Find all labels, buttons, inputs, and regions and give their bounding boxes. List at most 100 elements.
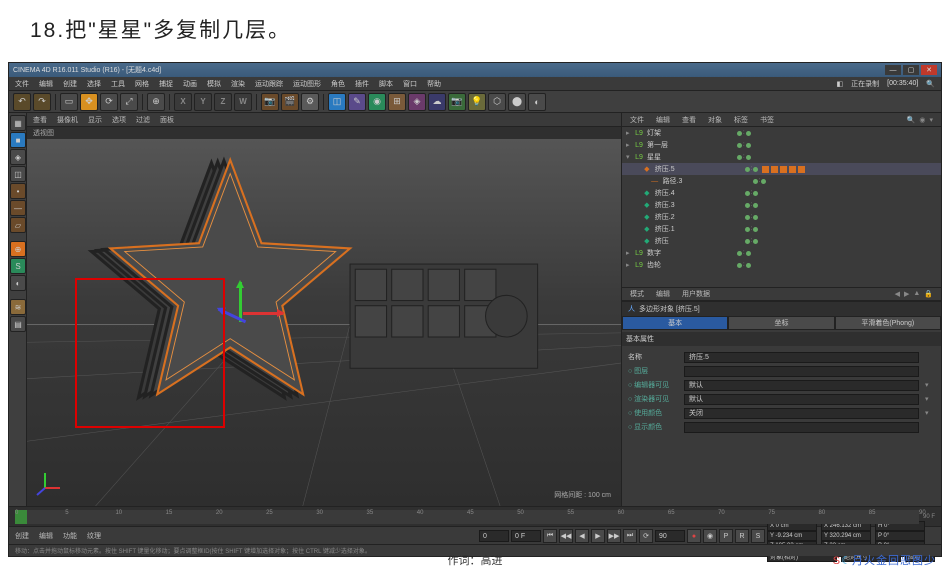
fwd-icon[interactable]: ▶: [904, 290, 909, 298]
axis-z[interactable]: Z: [214, 93, 232, 111]
autokey-button[interactable]: ◉: [703, 529, 717, 543]
misc-tool-1[interactable]: ⊕: [147, 93, 165, 111]
start-frame-input[interactable]: 0: [479, 530, 509, 542]
light-tool[interactable]: 💡: [468, 93, 486, 111]
mode-object[interactable]: ■: [10, 132, 26, 148]
step-back[interactable]: ◀◀: [559, 529, 573, 543]
attr-tab-coord[interactable]: 坐标: [728, 316, 834, 330]
attr-input[interactable]: 默认: [684, 380, 919, 391]
axis-x[interactable]: X: [174, 93, 192, 111]
axis-w[interactable]: W: [234, 93, 252, 111]
mode-texture[interactable]: ◈: [10, 149, 26, 165]
mat-tab-edit[interactable]: 编辑: [39, 531, 53, 541]
goto-start[interactable]: ⏮: [543, 529, 557, 543]
key-r[interactable]: R: [735, 529, 749, 543]
view-tab[interactable]: 查看: [33, 115, 47, 125]
close-button[interactable]: ✕: [921, 65, 937, 75]
render-btn-2[interactable]: 🎬: [281, 93, 299, 111]
mode-poly[interactable]: ▱: [10, 217, 26, 233]
menu-tool[interactable]: 工具: [111, 79, 125, 89]
record-button[interactable]: ●: [687, 529, 701, 543]
obj-tab-tags[interactable]: 标签: [734, 115, 748, 125]
menu-character[interactable]: 角色: [331, 79, 345, 89]
object-row[interactable]: ▸L9第一层:: [622, 139, 941, 151]
menu-create[interactable]: 创建: [63, 79, 77, 89]
object-row[interactable]: ▸L9齿轮:: [622, 259, 941, 271]
attr-input[interactable]: 默认: [684, 394, 919, 405]
eye-icon[interactable]: ◉: [919, 116, 925, 124]
viewport-solo[interactable]: ▤: [10, 316, 26, 332]
obj-tab-file[interactable]: 文件: [630, 115, 644, 125]
mode-edge[interactable]: —: [10, 200, 26, 216]
menu-motion[interactable]: 运动图形: [293, 79, 321, 89]
attr-tab-edit[interactable]: 编辑: [656, 289, 670, 299]
obj-tab-bookmark[interactable]: 书签: [760, 115, 774, 125]
select-tool[interactable]: ▭: [60, 93, 78, 111]
menu-help[interactable]: 帮助: [427, 79, 441, 89]
render-settings[interactable]: ⚙: [301, 93, 319, 111]
misc-btn-c[interactable]: ◐: [528, 93, 546, 111]
menu-mograph[interactable]: 运动跟踪: [255, 79, 283, 89]
attr-tab-basic[interactable]: 基本: [622, 316, 728, 330]
rotate-tool[interactable]: ⟳: [100, 93, 118, 111]
render-btn-1[interactable]: 📷: [261, 93, 279, 111]
current-frame-input[interactable]: 0 F: [511, 530, 541, 542]
primitive-cube[interactable]: ◫: [328, 93, 346, 111]
object-row[interactable]: ◆挤压.4:: [622, 187, 941, 199]
gizmo-y-axis[interactable]: [239, 282, 242, 322]
scene-tool[interactable]: ☁: [428, 93, 446, 111]
play-back[interactable]: ◀: [575, 529, 589, 543]
menu-edit[interactable]: 编辑: [39, 79, 53, 89]
search-icon[interactable]: 🔍: [926, 80, 935, 88]
object-row[interactable]: —路径.3:: [622, 175, 941, 187]
3d-viewport[interactable]: 网格间距 : 100 cm: [27, 139, 621, 506]
object-row[interactable]: ▸L9数字:: [622, 247, 941, 259]
axis-y[interactable]: Y: [194, 93, 212, 111]
soft-select[interactable]: ≋: [10, 299, 26, 315]
menu-mesh[interactable]: 网格: [135, 79, 149, 89]
obj-tab-view[interactable]: 查看: [682, 115, 696, 125]
step-forward[interactable]: ▶▶: [607, 529, 621, 543]
menu-render[interactable]: 渲染: [231, 79, 245, 89]
gizmo-x-axis[interactable]: [243, 312, 283, 315]
attr-tab-phong[interactable]: 平滑着色(Phong): [835, 316, 941, 330]
misc-btn-a[interactable]: ⬡: [488, 93, 506, 111]
mode-workplane[interactable]: ◫: [10, 166, 26, 182]
lock-icon[interactable]: 🔒: [924, 290, 933, 298]
menu-window[interactable]: 窗口: [403, 79, 417, 89]
object-row[interactable]: ◆挤压.3:: [622, 199, 941, 211]
array-tool[interactable]: ⊞: [388, 93, 406, 111]
spline-tool[interactable]: ✎: [348, 93, 366, 111]
menu-select[interactable]: 选择: [87, 79, 101, 89]
nurbs-tool[interactable]: ◉: [368, 93, 386, 111]
object-row[interactable]: ◆挤压.5:: [622, 163, 941, 175]
search-icon[interactable]: 🔍: [907, 116, 916, 124]
filter-tab[interactable]: 过滤: [136, 115, 150, 125]
play-forward[interactable]: ▶: [591, 529, 605, 543]
tweak-mode[interactable]: S: [10, 258, 26, 274]
scale-tool[interactable]: ⤢: [120, 93, 138, 111]
mat-tab-func[interactable]: 功能: [63, 531, 77, 541]
goto-end[interactable]: ⏭: [623, 529, 637, 543]
filter-icon[interactable]: ▾: [929, 116, 933, 124]
key-s[interactable]: S: [751, 529, 765, 543]
layout-icon[interactable]: ◧: [837, 80, 844, 88]
maximize-button[interactable]: ▢: [903, 65, 919, 75]
camera-tool[interactable]: 📷: [448, 93, 466, 111]
obj-tab-edit[interactable]: 编辑: [656, 115, 670, 125]
up-icon[interactable]: ▲: [913, 290, 920, 298]
menu-animate[interactable]: 动画: [183, 79, 197, 89]
mode-point[interactable]: •: [10, 183, 26, 199]
menu-simulate[interactable]: 模拟: [207, 79, 221, 89]
object-row[interactable]: ◆挤压:: [622, 235, 941, 247]
undo-button[interactable]: ↶: [13, 93, 31, 111]
obj-tab-objects[interactable]: 对象: [708, 115, 722, 125]
axis-toggle[interactable]: ⊕: [10, 241, 26, 257]
attr-tab-mode[interactable]: 模式: [630, 289, 644, 299]
back-icon[interactable]: ◀: [895, 290, 900, 298]
redo-button[interactable]: ↷: [33, 93, 51, 111]
panel-tab[interactable]: 面板: [160, 115, 174, 125]
key-p[interactable]: P: [719, 529, 733, 543]
deformer-tool[interactable]: ◈: [408, 93, 426, 111]
mat-tab-tex[interactable]: 纹理: [87, 531, 101, 541]
